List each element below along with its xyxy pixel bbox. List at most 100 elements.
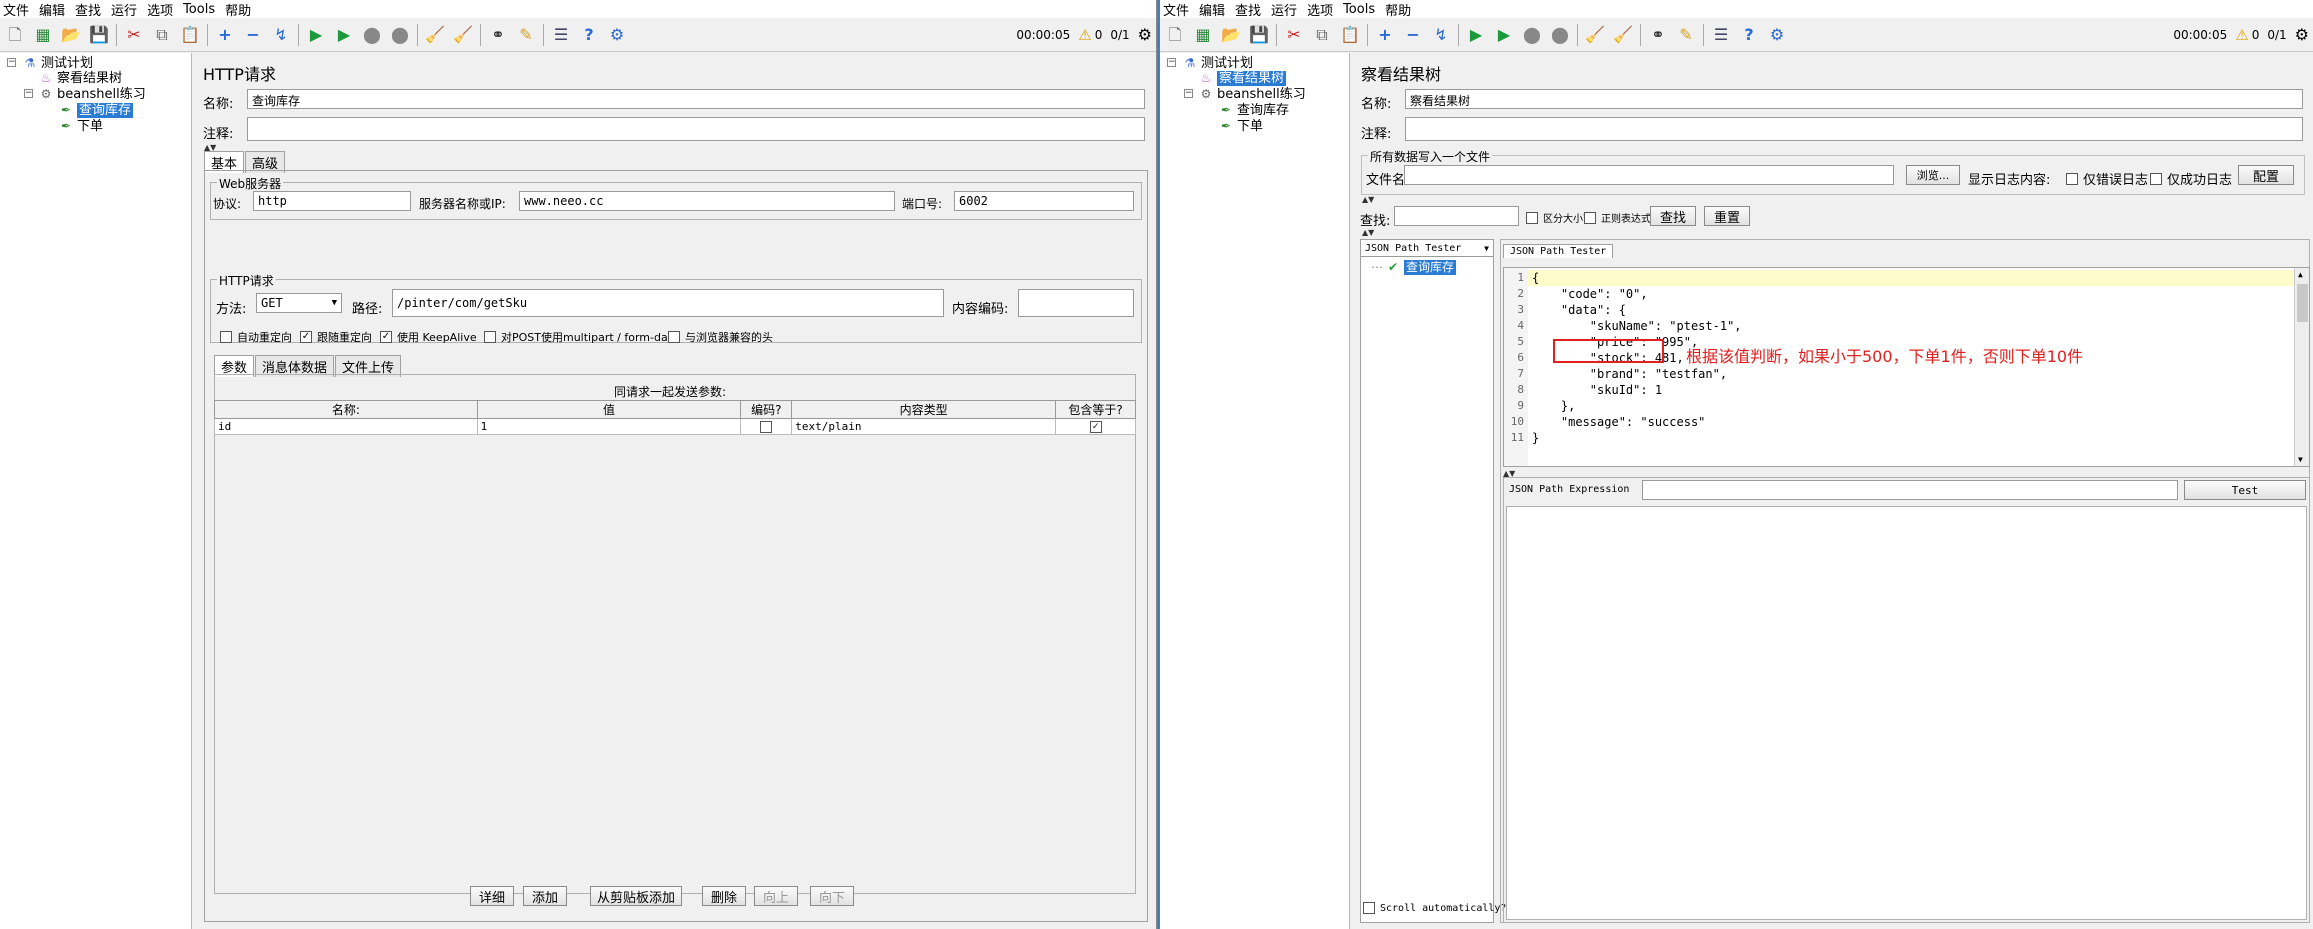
tree-node-thread-group[interactable]: ⚙ beanshell练习 [1198,87,1306,102]
cut-icon[interactable]: ✂ [1283,24,1305,46]
broom-all-icon[interactable]: 🧹 [1612,24,1634,46]
col-include-equals[interactable]: 包含等于? [1055,400,1136,419]
cut-icon[interactable]: ✂ [123,24,145,46]
plus-icon[interactable]: + [214,24,236,46]
filename-field[interactable] [1404,165,1894,185]
play-no-timer-icon[interactable]: ▶ [333,24,355,46]
method-select[interactable]: GET ▼ [256,293,342,313]
tab-json-path-tester[interactable]: JSON Path Tester [1503,244,1614,258]
stop-icon[interactable]: ⬤ [1521,24,1543,46]
param-include-equals-checkbox[interactable]: ✓ [1055,418,1136,435]
new-file-icon[interactable]: 🗋 [1164,24,1186,46]
reset-search-icon[interactable]: ✎ [1675,24,1697,46]
tree-node-thread-group[interactable]: ⚙ beanshell练习 [38,87,146,102]
checkbox-regex[interactable]: 正则表达式 [1584,210,1651,225]
checkbox-errors-only[interactable]: 仅错误日志 [2066,169,2148,188]
save-icon[interactable]: 💾 [88,24,110,46]
menu-edit[interactable]: 编辑 [39,0,65,19]
add-button[interactable]: 添加 [523,886,567,906]
json-path-input[interactable] [1642,480,2178,500]
binoculars-icon[interactable]: ⚭ [1647,24,1669,46]
tree-node-result-tree[interactable]: ♨ 察看结果树 [38,71,122,86]
tree-node-test-plan[interactable]: ⚗ 测试计划 [22,56,93,71]
save-icon[interactable]: 💾 [1248,24,1270,46]
menu-tools[interactable]: Tools [183,2,215,17]
copy-icon[interactable]: ⧉ [1311,24,1333,46]
copy-icon[interactable]: ⧉ [151,24,173,46]
tree-node-sampler[interactable]: ✒ 查询库存 [1218,103,1289,118]
menu-options[interactable]: 选项 [1307,0,1333,19]
scroll-thumb[interactable] [2297,284,2308,322]
checkbox-keepalive[interactable]: ✓ 使用 KeepAlive [380,329,477,345]
menu-help[interactable]: 帮助 [1385,0,1411,19]
table-row[interactable]: id 1 text/plain ✓ [214,418,1136,435]
broom-icon[interactable]: 🧹 [1584,24,1606,46]
name-field[interactable]: 察看结果树 [1405,89,2303,109]
server-field[interactable]: www.neeo.cc [519,191,895,211]
move-up-button[interactable]: 向上 [754,886,798,906]
encoding-field[interactable] [1018,289,1134,317]
templates-icon[interactable]: ▦ [1192,24,1214,46]
json-path-result[interactable] [1506,506,2307,920]
menu-edit[interactable]: 编辑 [1199,0,1225,19]
menu-file[interactable]: 文件 [3,0,29,19]
menu-run[interactable]: 运行 [1271,0,1297,19]
delete-button[interactable]: 删除 [702,886,746,906]
help-icon[interactable]: ? [578,24,600,46]
renderer-select[interactable]: JSON Path Tester ▼ [1361,240,1493,257]
toggle-icon[interactable]: ↯ [270,24,292,46]
menu-search[interactable]: 查找 [75,0,101,19]
checkbox-scroll-automatically[interactable]: Scroll automatically? [1363,902,1506,914]
col-value[interactable]: 值 [476,400,742,419]
scroll-down-icon[interactable]: ▼ [2298,455,2303,464]
reset-button[interactable]: 重置 [1704,206,1750,226]
reset-search-icon[interactable]: ✎ [515,24,537,46]
response-json-viewer[interactable]: 1 2 3 4 5 6 7 8 9 10 11 { "code": "0", "data": { "… [1503,267,2310,467]
search-input[interactable] [1394,206,1519,226]
comment-field[interactable] [1405,117,2303,141]
plus-icon[interactable]: + [1374,24,1396,46]
param-name[interactable]: id [214,418,478,435]
minus-icon[interactable]: − [1402,24,1424,46]
menu-search[interactable]: 查找 [1235,0,1261,19]
tree-expander[interactable]: − [1167,58,1176,67]
menu-file[interactable]: 文件 [1163,0,1189,19]
tree-node-sampler-selected[interactable]: ✒ 查询库存 [58,103,134,118]
shutdown-icon[interactable]: ⬤ [1549,24,1571,46]
open-icon[interactable]: 📂 [1220,24,1242,46]
find-button[interactable]: 查找 [1650,206,1696,226]
protocol-field[interactable]: http [253,191,411,211]
templates-icon[interactable]: ▦ [32,24,54,46]
broom-all-icon[interactable]: 🧹 [452,24,474,46]
browse-button[interactable]: 浏览... [1906,165,1960,185]
configure-button[interactable]: 配置 [2238,165,2294,185]
splitter-arrows[interactable]: ▲▼ [1362,195,1374,204]
function-helper-icon[interactable]: ☰ [1710,24,1732,46]
stop-icon[interactable]: ⬤ [361,24,383,46]
menu-help[interactable]: 帮助 [225,0,251,19]
warning-icon[interactable]: ⚠ [1078,26,1091,44]
port-field[interactable]: 6002 [954,191,1134,211]
remote-icon[interactable]: ⚙ [606,24,628,46]
tree-expander[interactable]: − [1184,89,1193,98]
paste-icon[interactable]: 📋 [179,24,201,46]
checkbox-success-only[interactable]: 仅成功日志 [2150,169,2232,188]
path-field[interactable]: /pinter/com/getSku [392,289,944,317]
checkbox-case-sensitive[interactable]: 区分大小写 [1526,210,1593,225]
menu-tools[interactable]: Tools [1343,2,1375,17]
test-button[interactable]: Test [2184,480,2306,500]
menu-options[interactable]: 选项 [147,0,173,19]
param-value[interactable]: 1 [476,418,742,435]
scroll-up-icon[interactable]: ▲ [2298,270,2303,279]
col-name[interactable]: 名称: [214,400,478,419]
add-from-clipboard-button[interactable]: 从剪贴板添加 [590,886,682,906]
play-icon[interactable]: ▶ [305,24,327,46]
tree-expander[interactable]: − [24,89,33,98]
details-button[interactable]: 详细 [470,886,514,906]
col-encode[interactable]: 编码? [740,400,793,419]
splitter-arrows[interactable]: ▲▼ [1362,228,1374,237]
tree-node-order[interactable]: ✒ 下单 [1218,119,1263,134]
result-item[interactable]: ⋯ ✔ 查询库存 [1371,260,1457,275]
minus-icon[interactable]: − [242,24,264,46]
warning-icon[interactable]: ⚠ [2235,26,2248,44]
